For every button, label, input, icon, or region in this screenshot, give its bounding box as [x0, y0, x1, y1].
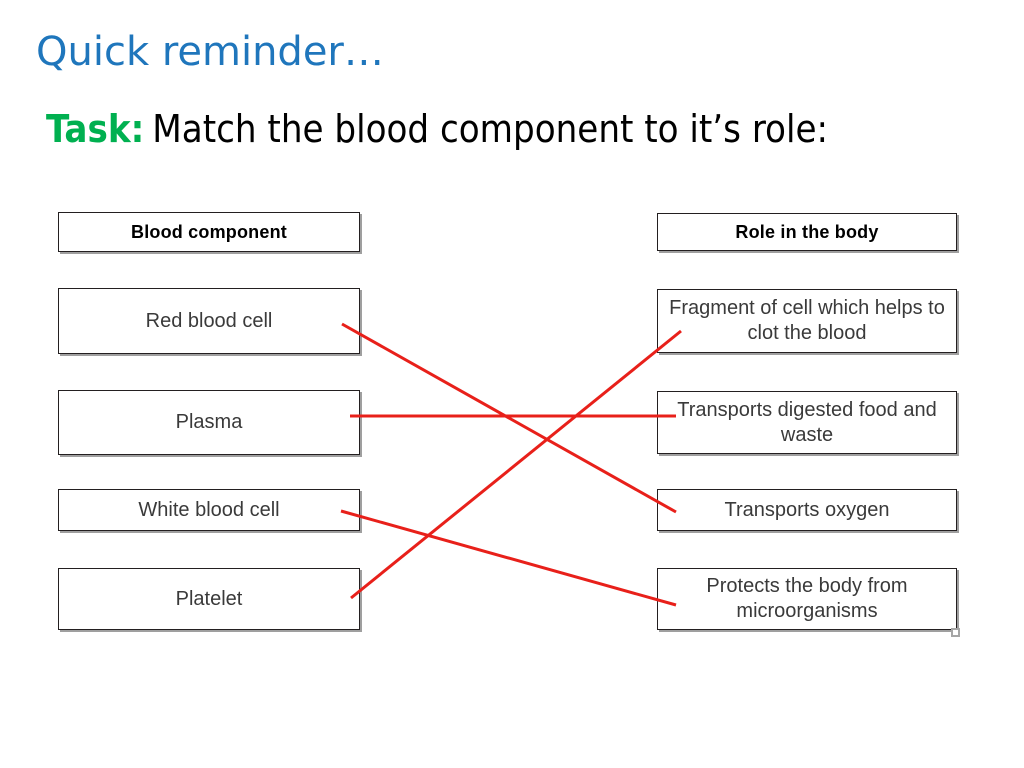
blood-component-label: Plasma [175, 411, 243, 433]
task-instruction: Task: Match the blood component to it’s r… [46, 106, 828, 152]
blood-component-label: White blood cell [138, 498, 280, 521]
blood-component-plasma[interactable]: Plasma [58, 390, 360, 455]
slide-canvas: Quick reminder… Task: Match the blood com… [0, 0, 1024, 768]
blood-component-platelet[interactable]: Platelet [58, 568, 360, 630]
column-header-label: Role in the body [735, 221, 879, 242]
match-line[interactable] [341, 322, 677, 514]
role-label: Fragment of cell which helps to clot the… [669, 297, 945, 344]
task-label: Task: [46, 107, 145, 151]
resize-handle[interactable] [951, 628, 960, 637]
role-label: Transports digested food and waste [677, 398, 937, 446]
blood-component-white-blood-cell[interactable]: White blood cell [58, 489, 360, 531]
role-transports-oxygen[interactable]: Transports oxygen [657, 489, 957, 531]
column-header-blood-component: Blood component [58, 212, 360, 252]
task-instruction-text: Match the blood component to it’s role: [152, 107, 829, 151]
column-header-role-in-the-body: Role in the body [657, 213, 957, 251]
role-label: Transports oxygen [724, 498, 890, 521]
page-title: Quick reminder… [36, 29, 384, 75]
blood-component-label: Platelet [175, 587, 243, 610]
blood-component-label: Red blood cell [145, 309, 273, 332]
role-label: Protects the body from microorganisms [706, 575, 908, 622]
match-line[interactable] [340, 509, 677, 607]
role-protects-the-body[interactable]: Protects the body from microorganisms [657, 568, 957, 630]
column-header-label: Blood component [131, 221, 287, 242]
blood-component-red-blood-cell[interactable]: Red blood cell [58, 288, 360, 354]
match-line[interactable] [350, 329, 682, 600]
role-transports-digested-food[interactable]: Transports digested food and waste [657, 391, 957, 454]
role-clot-the-blood[interactable]: Fragment of cell which helps to clot the… [657, 289, 957, 353]
